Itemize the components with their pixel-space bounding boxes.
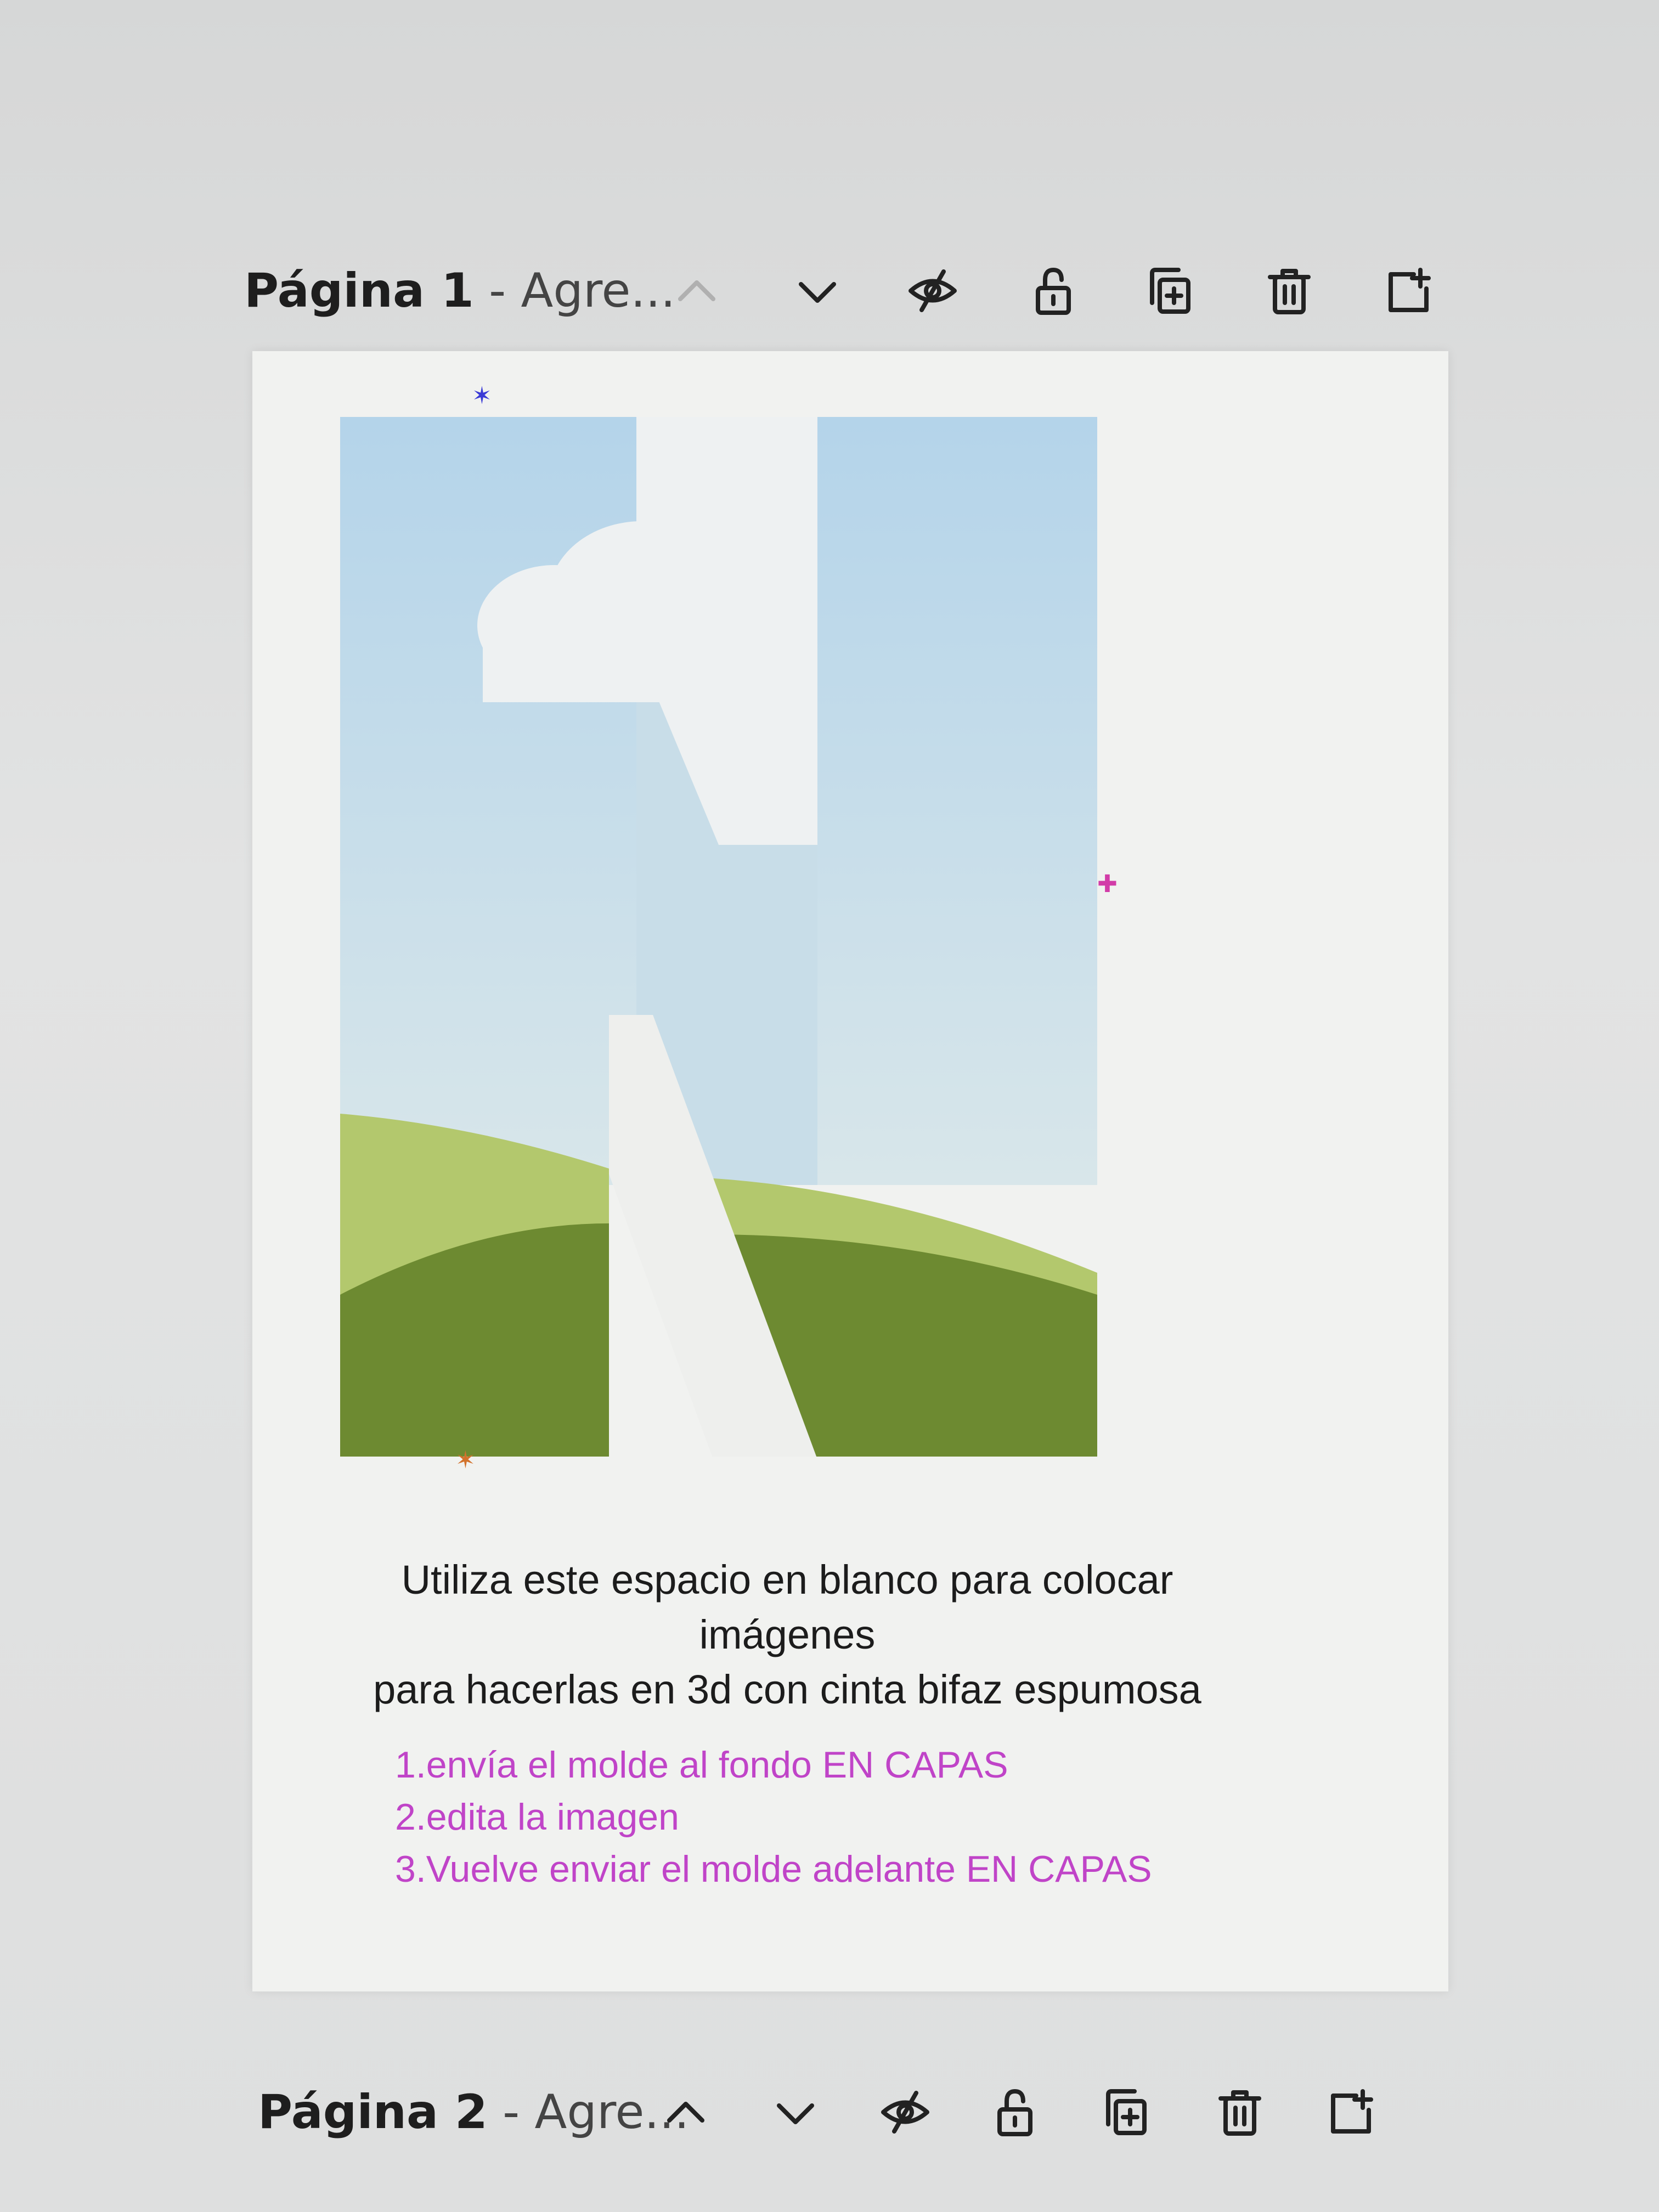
guide-marker-right: ✚ (1097, 870, 1118, 898)
trash-icon[interactable] (1207, 2079, 1273, 2145)
page-2-header: Página 2 - Agre... (258, 2068, 689, 2156)
step-item: 1.envía el molde al fondo EN CAPAS (395, 1744, 1008, 1786)
page-2-title[interactable]: Página 2 - Agre... (258, 2085, 689, 2140)
hide-eye-icon[interactable] (900, 258, 966, 324)
chevron-up-icon[interactable] (653, 2079, 719, 2145)
chevron-up-icon[interactable] (664, 258, 730, 324)
add-page-icon[interactable] (1317, 2079, 1383, 2145)
instruction-caption[interactable]: Utiliza este espacio en blanco para colo… (335, 1553, 1240, 1717)
page-2-number: Página 2 (258, 2085, 488, 2140)
caption-line-2: para hacerlas en 3d con cinta bifaz espu… (373, 1667, 1201, 1712)
sky-left-panel (340, 417, 636, 1185)
caption-line-1: Utiliza este espacio en blanco para colo… (401, 1557, 1173, 1657)
lock-icon[interactable] (982, 2079, 1048, 2145)
page-1-number: Página 1 (244, 263, 474, 318)
add-page-icon[interactable] (1374, 258, 1440, 324)
page-1-title[interactable]: Página 1 - Agre... (244, 263, 675, 318)
duplicate-page-icon[interactable] (1136, 258, 1201, 324)
guide-marker-bottom: ✶ (455, 1446, 476, 1474)
editor-workspace: Página 1 - Agre... ✶ ✚ ✶ Utiliza este es… (0, 0, 1659, 2212)
page-bottom-margin (335, 1457, 1103, 1459)
page-1-canvas[interactable]: ✶ ✚ ✶ Utiliza este espacio en blanco par… (252, 351, 1448, 1991)
trash-icon[interactable] (1256, 258, 1322, 324)
chevron-down-icon[interactable] (785, 258, 850, 324)
step-item: 3.Vuelve enviar el molde adelante EN CAP… (395, 1848, 1152, 1890)
guide-marker-top: ✶ (472, 382, 492, 410)
page-1-name: - Agre... (473, 263, 676, 318)
hide-eye-icon[interactable] (872, 2079, 938, 2145)
page-1-header: Página 1 - Agre... (244, 247, 675, 335)
duplicate-page-icon[interactable] (1092, 2079, 1158, 2145)
lock-icon[interactable] (1020, 258, 1086, 324)
artwork-template[interactable] (335, 417, 1103, 1459)
steps-list[interactable]: 1.envía el molde al fondo EN CAPAS 2.edi… (395, 1739, 1218, 1895)
chevron-down-icon[interactable] (763, 2079, 828, 2145)
step-item: 2.edita la imagen (395, 1796, 679, 1838)
sky-right-panel (817, 417, 1097, 1185)
